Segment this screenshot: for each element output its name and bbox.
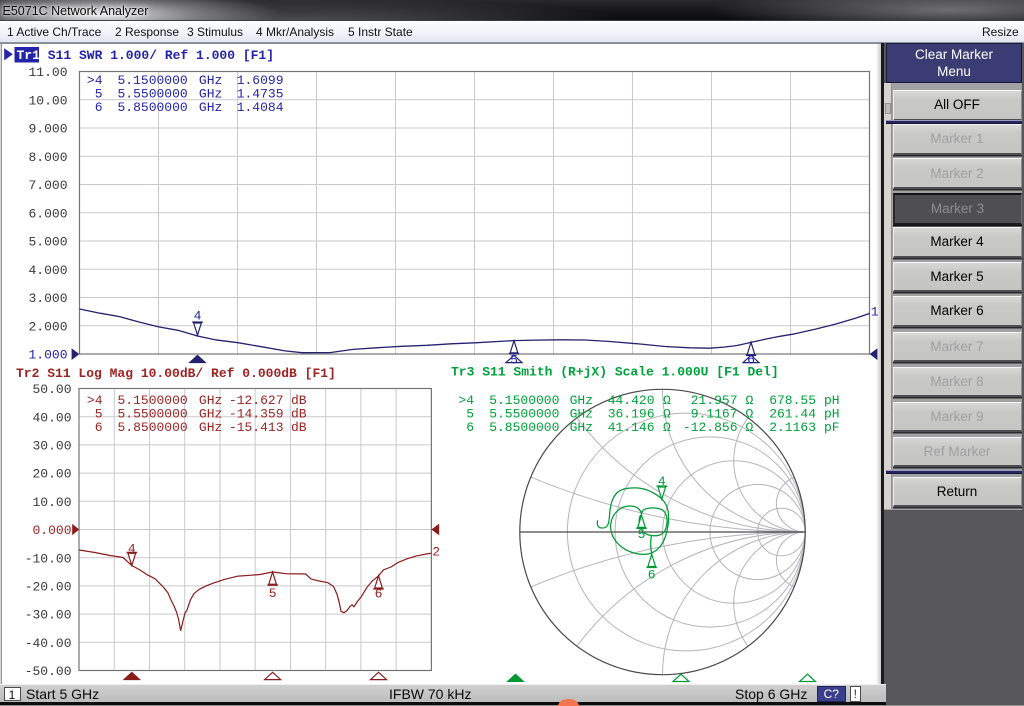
svg-text:-30.00: -30.00 (25, 608, 72, 623)
svg-text:4: 4 (658, 474, 666, 489)
svg-text:Tr2 S11 Log Mag 10.00dB/ Ref 0: Tr2 S11 Log Mag 10.00dB/ Ref 0.000dB [F1… (16, 366, 336, 381)
svg-text:5: 5 (269, 586, 277, 601)
svg-text:6: 6 (648, 568, 656, 583)
svg-text:6.000: 6.000 (28, 206, 67, 221)
svg-text:30.00: 30.00 (32, 439, 71, 454)
svg-text:41.146: 41.146 (608, 420, 655, 435)
svg-text:-15.413: -15.413 (229, 420, 284, 435)
svg-text:7.000: 7.000 (28, 178, 67, 193)
svg-text:3.000: 3.000 (28, 291, 67, 306)
svg-text:1.4084: 1.4084 (237, 100, 284, 115)
svg-text:1: 1 (871, 305, 879, 320)
svg-text:4: 4 (128, 542, 136, 557)
svg-text:6: 6 (95, 100, 103, 115)
svg-text:8.000: 8.000 (28, 150, 67, 165)
svg-text:Ω: Ω (663, 420, 671, 435)
svg-text:5.8500000: 5.8500000 (118, 100, 188, 115)
svg-text:2.000: 2.000 (28, 319, 67, 334)
svg-text:20.00: 20.00 (32, 467, 71, 482)
svg-text:S11 SWR 1.000/ Ref 1.000 [F1]: S11 SWR 1.000/ Ref 1.000 [F1] (48, 48, 274, 63)
svg-text:Tr1: Tr1 (17, 48, 41, 63)
svg-text:2: 2 (432, 545, 440, 560)
svg-text:Tr3 S11 Smith (R+jX) Scale 1.0: Tr3 S11 Smith (R+jX) Scale 1.000U [F1 De… (451, 365, 779, 380)
svg-text:pF: pF (824, 420, 840, 435)
svg-text:10.00: 10.00 (28, 93, 67, 108)
svg-text:GHz: GHz (199, 420, 222, 435)
svg-text:6: 6 (466, 420, 474, 435)
svg-text:dB: dB (291, 420, 307, 435)
svg-text:5.8500000: 5.8500000 (118, 420, 188, 435)
svg-text:50.00: 50.00 (32, 382, 71, 397)
svg-text:10.00: 10.00 (32, 495, 71, 510)
svg-text:0.000: 0.000 (32, 523, 71, 538)
svg-text:GHz: GHz (199, 100, 222, 115)
svg-text:-40.00: -40.00 (25, 636, 72, 651)
svg-text:40.00: 40.00 (32, 410, 71, 425)
svg-text:-50.00: -50.00 (25, 664, 72, 679)
svg-text:4.000: 4.000 (28, 263, 67, 278)
svg-text:5.8500000: 5.8500000 (489, 420, 559, 435)
svg-text:-12.856: -12.856 (683, 420, 738, 435)
svg-text:-20.00: -20.00 (25, 580, 72, 595)
svg-text:6: 6 (375, 587, 383, 602)
svg-text:5: 5 (638, 527, 646, 542)
svg-text:GHz: GHz (570, 420, 593, 435)
svg-text:4: 4 (194, 308, 202, 323)
svg-text:5.000: 5.000 (28, 235, 67, 250)
svg-text:-10.00: -10.00 (25, 551, 72, 566)
svg-text:11.00: 11.00 (28, 65, 67, 80)
svg-text:2.1163: 2.1163 (769, 420, 816, 435)
svg-text:6: 6 (95, 420, 103, 435)
svg-text:Ω: Ω (746, 420, 754, 435)
svg-text:9.000: 9.000 (28, 122, 67, 137)
svg-text:1.000: 1.000 (28, 348, 67, 363)
